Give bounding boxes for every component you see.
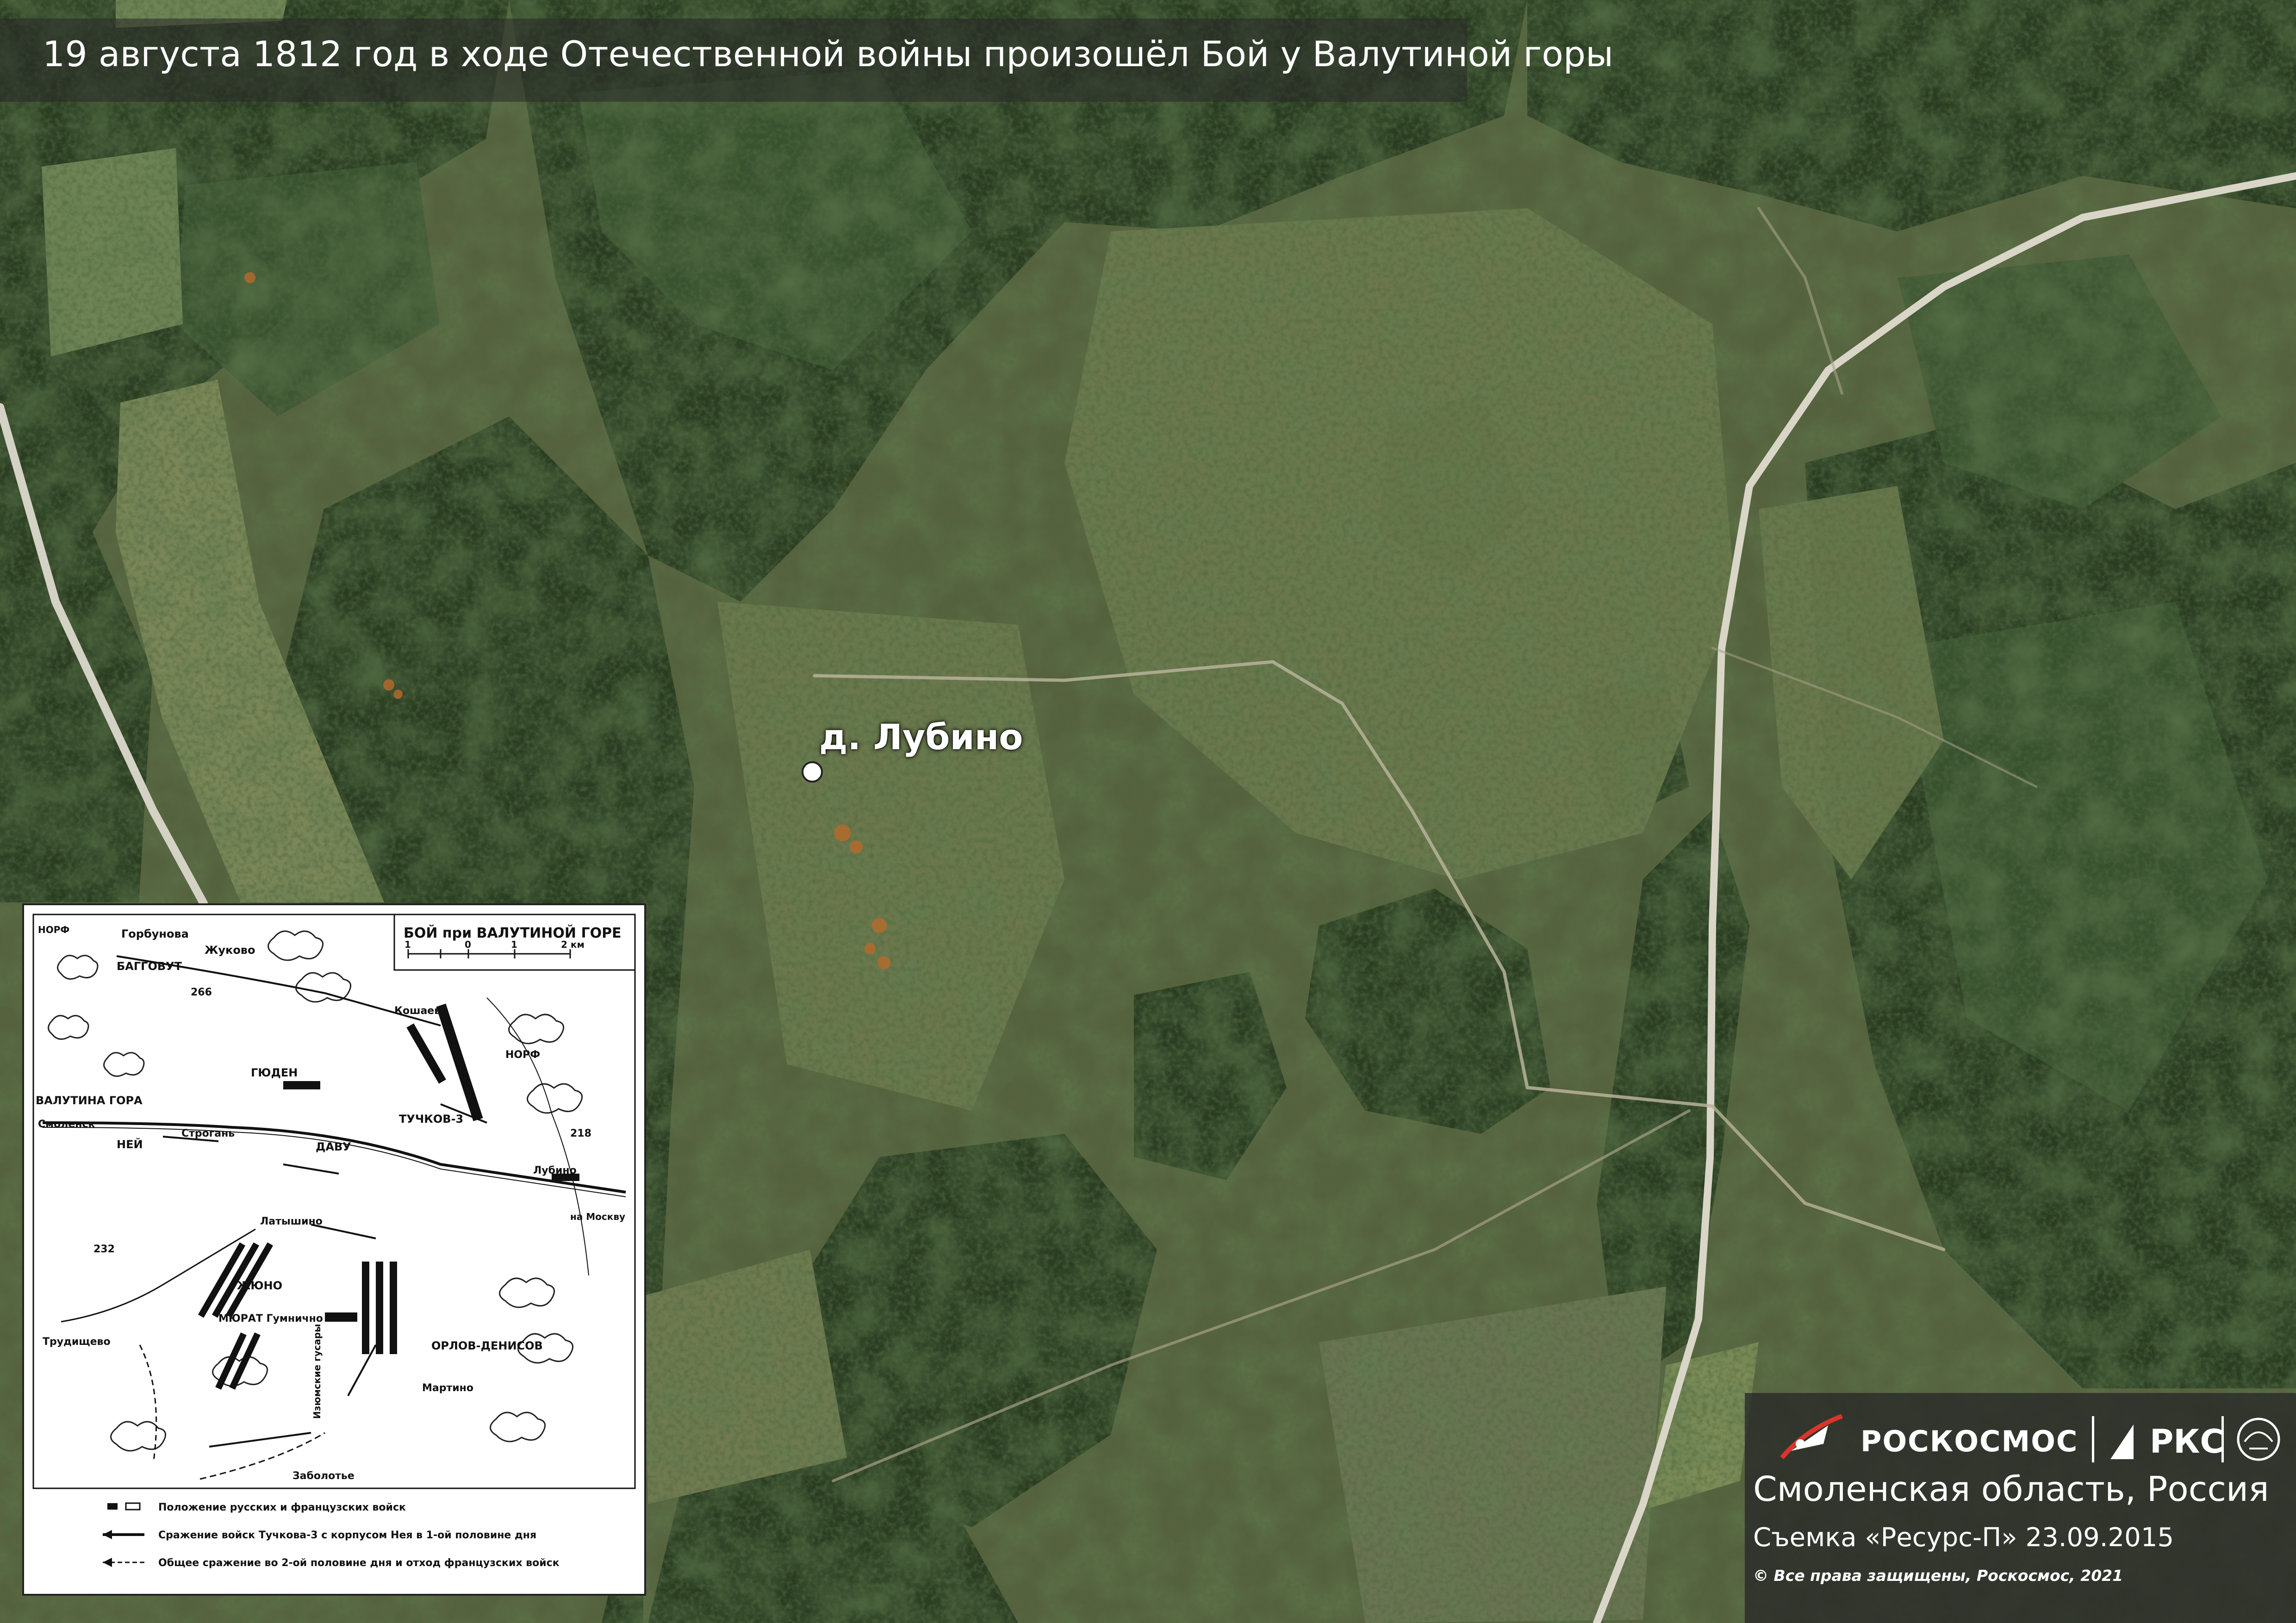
map-label-norf-right: НОРФ (505, 1049, 540, 1061)
map-label-smolensk: Смоленск (38, 1119, 95, 1130)
map-label-218: 218 (570, 1128, 591, 1139)
map-label-martino: Мартино (422, 1382, 473, 1394)
scale-tick-2km: 2 км (561, 939, 585, 950)
map-label-latyshino: Латышино (260, 1216, 323, 1227)
map-label-koshaevo: Кошаево (394, 1005, 448, 1017)
battle-map-drawing: БОЙ при ВАЛУТИНОЙ ГОРЕ 1 0 1 2 км Горбун… (32, 914, 636, 1569)
troop-formations (198, 1003, 579, 1390)
region-caption: Смоленская область, Россия (1753, 1469, 2269, 1509)
map-label-ney: НЕЙ (117, 1138, 143, 1151)
map-label-trudishchevo: Трудищево (43, 1336, 111, 1348)
map-label-zhyuno: ЖЮНО (237, 1279, 282, 1292)
village-label: д. Лубино (819, 716, 1023, 758)
map-label-tuchkov: ТУЧКОВ-3 (399, 1113, 463, 1126)
legend-item-second-half: Общее сражение во 2-ой половине дня и от… (158, 1557, 560, 1569)
logo-separator-2 (2221, 1416, 2224, 1462)
map-label-strogan: Строгань (181, 1128, 235, 1139)
ntc-omz-logo-icon (2237, 1418, 2280, 1461)
map-label-gorbunovo: Горбунова (121, 927, 189, 940)
map-label-murat: МЮРАТ Гумнично (218, 1313, 323, 1325)
map-legend: Положение русских и французских войск Ср… (103, 1502, 560, 1569)
scale-tick-0: 0 (465, 939, 471, 950)
scale-tick-1b: 1 (511, 939, 517, 950)
map-label-izyum: Изюмские гусары (311, 1324, 323, 1419)
map-rivers-roads (42, 955, 626, 1480)
logo-row: РОСКОСМОС РКС (1773, 1412, 2282, 1467)
page-title: 19 августа 1812 год в ходе Отечественной… (43, 33, 1614, 75)
map-label-gyuden: ГЮДЕН (251, 1066, 298, 1079)
copyright-caption: © Все права защищены, Роскосмос, 2021 (1753, 1567, 2123, 1585)
map-label-to-moscow: на Москву (570, 1211, 625, 1222)
historical-battle-map: БОЙ при ВАЛУТИНОЙ ГОРЕ 1 0 1 2 км Горбун… (22, 903, 646, 1596)
capture-caption: Съемка «Ресурс-П» 23.09.2015 (1753, 1523, 2174, 1553)
logo-separator-1 (2092, 1416, 2094, 1462)
map-label-valutina: ВАЛУТИНА ГОРА (36, 1094, 143, 1107)
map-label-zhukovo: Жуково (205, 944, 255, 957)
map-label-lubino: Лубино (533, 1165, 577, 1176)
map-label-orlov: ОРЛОВ-ДЕНИСОВ (431, 1339, 543, 1352)
rks-logo-icon (2110, 1424, 2134, 1459)
map-label-norf-top: НОРФ (38, 924, 69, 935)
roscosmos-logo-icon (1780, 1414, 1843, 1460)
village-marker-dot (802, 761, 823, 783)
branding-panel: РОСКОСМОС РКС Смоленская область, Россия… (1745, 1393, 2296, 1623)
map-label-davu: ДАВУ (316, 1140, 351, 1153)
map-label-232: 232 (93, 1244, 115, 1255)
map-label-zabolotye: Заболотье (292, 1470, 355, 1482)
rks-wordmark: РКС (2150, 1423, 2224, 1461)
map-label-baggovut: БАГГОВУТ (117, 960, 182, 973)
legend-item-first-half: Сражение войск Тучкова-3 с корпусом Нея … (158, 1530, 536, 1541)
legend-item-positions: Положение русских и французских войск (158, 1502, 406, 1513)
map-label-266: 266 (191, 987, 212, 998)
roscosmos-wordmark: РОСКОСМОС (1860, 1424, 2078, 1458)
movement-arrows (162, 1103, 487, 1448)
scale-tick-1: 1 (404, 939, 411, 950)
